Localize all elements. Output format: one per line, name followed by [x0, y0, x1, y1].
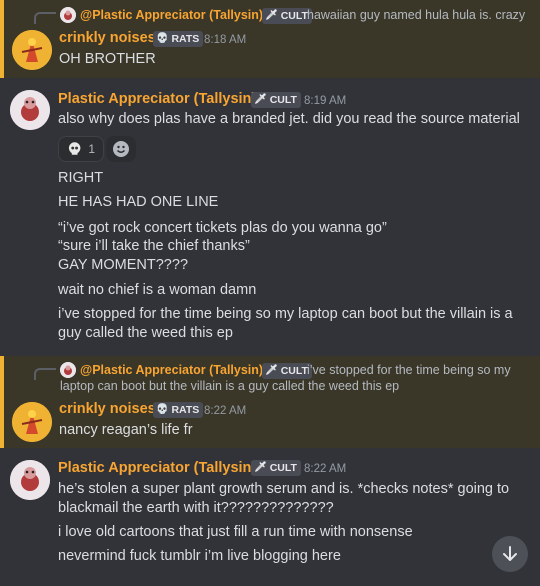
reply-avatar [60, 7, 76, 23]
reply-avatar [60, 362, 76, 378]
dagger-icon: 🗡 [265, 10, 278, 21]
message-text: “sure i’ll take the chief thanks” [58, 238, 250, 254]
message-text: wait no chief is a woman damn [58, 282, 257, 298]
add-reaction-button[interactable] [106, 136, 136, 162]
message-text: also why does plas have a branded jet. d… [58, 111, 520, 127]
message-text: RIGHT [58, 170, 104, 186]
avatar[interactable] [12, 402, 52, 442]
reply-author[interactable]: @Plastic Appreciator (Tallysin) [80, 363, 263, 377]
skull-icon: 💀 [156, 404, 169, 415]
reaction-count: 1 [88, 142, 95, 156]
dagger-icon: 🗡 [254, 94, 267, 105]
dagger-icon: 🗡 [265, 365, 278, 376]
skull-icon: 💀 [156, 33, 169, 44]
reply-role-badge: 🗡 CULT [262, 8, 312, 24]
avatar[interactable] [10, 460, 50, 500]
smiley-icon [113, 141, 129, 157]
reaction-skull[interactable]: 1 [58, 136, 104, 162]
message-text: i’ve stopped for the time being so my la… [58, 306, 513, 322]
role-badge: 🗡 CULT [251, 460, 301, 476]
author-name[interactable]: Plastic Appreciator (Tallysin) [58, 460, 256, 476]
reply-connector [34, 12, 56, 24]
role-badge: 💀 RATS [153, 402, 204, 418]
timestamp: 8:22 AM [304, 463, 347, 475]
reply-preview-cont[interactable]: laptop can boot but the villain is a guy… [60, 379, 399, 393]
message-text: OH BROTHER [59, 51, 156, 67]
author-name[interactable]: crinkly noises [59, 30, 156, 46]
dagger-icon: 🗡 [254, 462, 267, 473]
timestamp: 8:19 AM [304, 95, 347, 107]
scroll-to-bottom-button[interactable] [492, 536, 528, 572]
arrow-down-icon [503, 546, 517, 561]
role-badge: 🗡 CULT [251, 92, 301, 108]
reply-connector [34, 368, 56, 380]
timestamp: 8:18 AM [204, 34, 247, 46]
message-text: “i’ve got rock concert tickets plas do y… [58, 220, 387, 236]
message-text: i love old cartoons that just fill a run… [58, 524, 413, 540]
message-plas-2[interactable]: Plastic Appreciator (Tallysin) 🗡 CULT 8:2… [0, 448, 540, 586]
reply-role-badge: 🗡 CULT [262, 363, 312, 379]
avatar[interactable] [12, 30, 52, 70]
message-text: nancy reagan’s life fr [59, 422, 193, 438]
reply-preview[interactable]: hawaiian guy named hula hula is. crazy [307, 8, 525, 22]
message-text: GAY MOMENT???? [58, 257, 189, 273]
message-crinkly-2[interactable]: @Plastic Appreciator (Tallysin) 🗡 CULT i’… [0, 356, 540, 448]
message-text: blackmail the earth with it?????????????… [58, 500, 334, 516]
message-text: he’s stolen a super plant growth serum a… [58, 481, 510, 497]
reply-preview[interactable]: i’ve stopped for the time being so my [307, 363, 511, 377]
timestamp: 8:22 AM [204, 405, 247, 417]
message-text: nevermind fuck tumblr i’m live blogging … [58, 548, 341, 564]
role-badge: 💀 RATS [153, 31, 204, 47]
author-name[interactable]: crinkly noises [59, 401, 156, 417]
message-crinkly-1[interactable]: @Plastic Appreciator (Tallysin) 🗡 CULT ha… [0, 0, 540, 78]
avatar[interactable] [10, 90, 50, 130]
skull-emoji-icon [68, 142, 81, 155]
reply-author[interactable]: @Plastic Appreciator (Tallysin) [80, 8, 263, 22]
author-name[interactable]: Plastic Appreciator (Tallysin) [58, 91, 256, 107]
message-text: HE HAS HAD ONE LINE [58, 194, 219, 210]
message-text: guy called the weed this ep [58, 325, 233, 341]
message-plas-1[interactable]: Plastic Appreciator (Tallysin) 🗡 CULT 8:1… [0, 78, 540, 350]
